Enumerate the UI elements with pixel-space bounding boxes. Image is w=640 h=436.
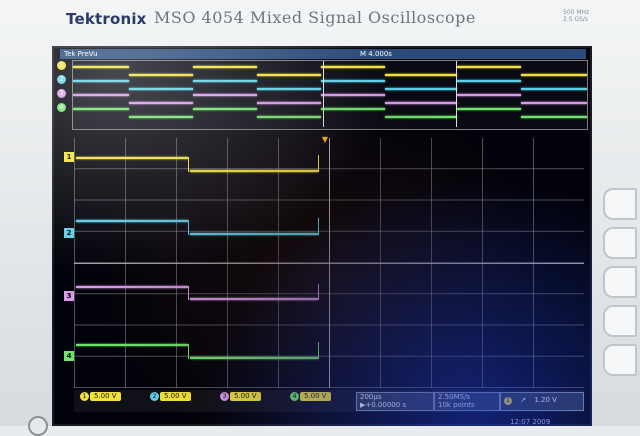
ch3-trace-edge-2 bbox=[318, 284, 319, 300]
spec-line-1: 500 MHz bbox=[563, 9, 590, 16]
record-length-value: 10k points bbox=[438, 401, 475, 409]
overview-ch4-segment bbox=[193, 108, 257, 110]
timebase-value: 200μs bbox=[360, 393, 382, 401]
ch3-badge: 3 bbox=[220, 392, 229, 401]
brand-logo: Tektronix bbox=[66, 10, 147, 28]
overview-ch4-segment bbox=[257, 116, 321, 118]
overview-ch2-segment bbox=[129, 88, 193, 90]
ch1-badge: 1 bbox=[80, 392, 89, 401]
side-menu-button-3[interactable] bbox=[603, 266, 637, 298]
ch4-trace-high bbox=[76, 344, 188, 346]
ch2-ground-marker[interactable]: 2 bbox=[64, 228, 74, 238]
spec-label: 500 MHz 2.5 GS/s bbox=[563, 9, 589, 23]
ch2-trace-high bbox=[76, 220, 188, 222]
overview-ch1-segment bbox=[521, 74, 587, 76]
overview-ch3-segment bbox=[73, 94, 129, 96]
ch2-trace-low bbox=[190, 233, 318, 235]
top-status-bar: Tek PreVu M 4.000s bbox=[60, 49, 586, 59]
record-position-label: M 4.000s bbox=[360, 50, 392, 58]
power-knob[interactable] bbox=[28, 416, 48, 436]
overview-ch2-segment bbox=[457, 80, 521, 82]
ch3-scale-readout[interactable]: 5.00 V bbox=[230, 392, 261, 401]
overview-ch2-segment bbox=[521, 88, 587, 90]
ch2-scale-readout[interactable]: 5.00 V bbox=[160, 392, 191, 401]
side-menu-button-2[interactable] bbox=[603, 227, 637, 259]
overview-ch1-segment bbox=[73, 66, 129, 68]
ch1-trace-edge-2 bbox=[318, 155, 319, 172]
clock-readout: 12:07 2009 bbox=[510, 418, 551, 426]
overview-ch1-marker: 1 bbox=[57, 61, 66, 70]
overview-ch2-segment bbox=[73, 80, 129, 82]
overview-ch4-segment bbox=[521, 116, 587, 118]
overview-ch1-segment bbox=[257, 74, 321, 76]
side-menu-button-4[interactable] bbox=[603, 305, 637, 337]
record-overview[interactable] bbox=[72, 60, 588, 130]
overview-ch4-marker: 4 bbox=[57, 103, 66, 112]
horizontal-readout[interactable]: 200μs ▶+0.00000 s bbox=[356, 392, 434, 411]
ch3-ground-marker[interactable]: 3 bbox=[64, 291, 74, 301]
ch1-scale-readout[interactable]: 5.00 V bbox=[90, 392, 121, 401]
trigger-slope-icon: ↗ bbox=[520, 396, 527, 404]
ch1-trace-low bbox=[190, 170, 318, 172]
overview-ch2-segment bbox=[257, 88, 321, 90]
overview-ch3-segment bbox=[257, 102, 321, 104]
ch1-trace-edge bbox=[188, 157, 189, 172]
overview-ch4-segment bbox=[73, 108, 129, 110]
overview-viewport-window[interactable] bbox=[323, 61, 457, 127]
graticule-center-horizontal bbox=[74, 263, 584, 264]
side-menu-button-5[interactable] bbox=[603, 344, 637, 376]
ch2-trace-edge bbox=[188, 220, 189, 235]
ch4-badge: 4 bbox=[290, 392, 299, 401]
ch3-trace-edge bbox=[188, 286, 189, 300]
overview-ch3-segment bbox=[521, 102, 587, 104]
trigger-readout[interactable]: 1 ↗ 1.20 V bbox=[500, 392, 584, 411]
overview-ch3-segment bbox=[457, 94, 521, 96]
overview-ch3-segment bbox=[193, 94, 257, 96]
overview-ch4-segment bbox=[457, 108, 521, 110]
overview-ch3-marker: 3 bbox=[57, 89, 66, 98]
side-menu-button-1[interactable] bbox=[603, 188, 637, 220]
ch4-trace-edge-2 bbox=[318, 342, 319, 359]
overview-ch1-segment bbox=[129, 74, 193, 76]
ch4-trace-edge bbox=[188, 344, 189, 359]
ch1-ground-marker[interactable]: 1 bbox=[64, 152, 74, 162]
ch1-trace-high bbox=[76, 157, 188, 159]
trigger-level-value: 1.20 V bbox=[534, 396, 557, 404]
ch3-trace-low bbox=[190, 298, 318, 300]
overview-ch1-segment bbox=[193, 66, 257, 68]
sample-rate-value: 2.50MS/s bbox=[438, 393, 471, 401]
acquisition-readout[interactable]: 2.50MS/s 10k points bbox=[434, 392, 500, 411]
ch4-scale-readout[interactable]: 5.00 V bbox=[300, 392, 331, 401]
trigger-position-icon[interactable]: ▼ bbox=[320, 136, 330, 144]
overview-ch1-segment bbox=[457, 66, 521, 68]
ch2-badge: 2 bbox=[150, 392, 159, 401]
ch3-trace-high bbox=[76, 286, 188, 288]
horizontal-position-value: ▶+0.00000 s bbox=[360, 401, 407, 409]
overview-ch4-segment bbox=[129, 116, 193, 118]
ch4-ground-marker[interactable]: 4 bbox=[64, 351, 74, 361]
mode-label: Tek PreVu bbox=[64, 50, 98, 58]
spec-line-2: 2.5 GS/s bbox=[563, 16, 589, 23]
ch2-trace-edge-2 bbox=[318, 218, 319, 235]
model-label: MSO 4054 Mixed Signal Oscilloscope bbox=[154, 8, 476, 27]
overview-ch2-segment bbox=[193, 80, 257, 82]
overview-ch2-marker: 2 bbox=[57, 75, 66, 84]
overview-ch3-segment bbox=[129, 102, 193, 104]
ch4-trace-low bbox=[190, 357, 318, 359]
trigger-source-badge: 1 bbox=[504, 397, 512, 405]
